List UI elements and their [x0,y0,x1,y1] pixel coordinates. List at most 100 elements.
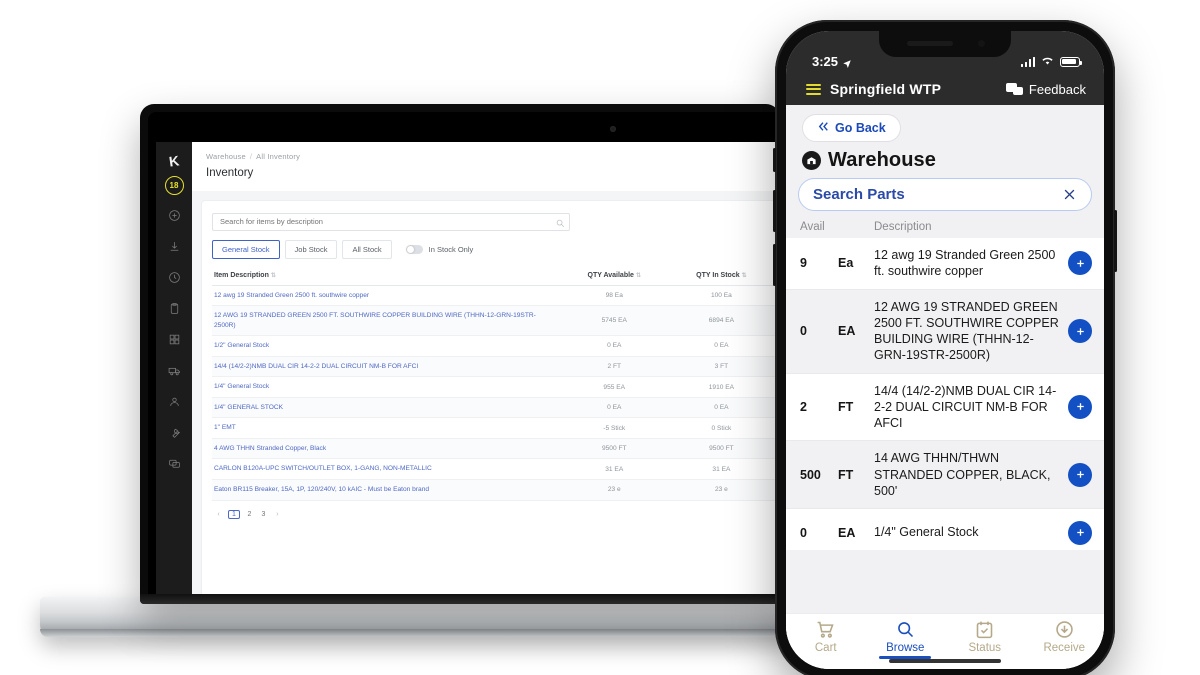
close-x-icon[interactable] [1062,187,1077,202]
app-bar-title: Springfield WTP [830,81,942,97]
feedback-button[interactable]: Feedback [1005,82,1086,97]
tab-status-label: Status [968,642,1002,654]
add-icon[interactable] [164,205,184,225]
pagination-page-2[interactable]: 2 [245,511,254,518]
in-stock-only-toggle[interactable] [405,244,423,254]
in-stock-only-label: In Stock Only [428,244,474,254]
clock-icon[interactable] [164,267,184,287]
app-sidebar: K 18 v6.0 [156,142,192,604]
pagination-page-3[interactable]: 3 [259,511,268,518]
tab-receive[interactable]: Receive [1025,619,1105,654]
cell-item-description[interactable]: 1" EMT [212,417,562,439]
search-parts-input[interactable]: Search Parts [798,178,1092,211]
battery-icon [1060,56,1083,67]
table-row[interactable]: 14/4 (14/2-2)NMB DUAL CIR 14-2-2 DUAL CI… [212,356,776,378]
breadcrumb-root[interactable]: Warehouse [206,152,246,161]
volume-up-button[interactable] [773,190,776,232]
tab-all-stock[interactable]: All Stock [342,239,392,259]
table-row[interactable]: Eaton BR115 Breaker, 15A, 1P, 120/240V, … [212,479,776,501]
table-row[interactable]: 1/2" General Stock 0 EA 0 EA [212,335,776,357]
tab-cart-label: Cart [814,642,837,654]
status-bar-time: 3:25 [812,54,839,69]
search-input[interactable] [212,212,570,231]
tab-browse[interactable]: Browse [866,619,946,659]
column-header-item-description[interactable]: Item Description ⇅ [212,267,562,286]
mobile-page-title: Warehouse [828,149,936,171]
pagination-page-1[interactable]: 1 [228,509,240,519]
pagination-next[interactable]: › [273,511,282,518]
table-row[interactable]: 1/4" General Stock 955 EA 1910 EA [212,376,776,398]
hamburger-menu-icon[interactable] [806,83,821,95]
add-part-button[interactable] [1068,520,1092,545]
pagination-prev[interactable]: ‹ [214,511,223,518]
cell-qty-available: 2 FT [561,356,669,378]
laptop-bezel: K 18 v6.0 [148,112,780,604]
clipboard-icon[interactable] [164,298,184,318]
add-part-button[interactable] [1068,251,1092,276]
cell-item-description[interactable]: 1/4" General Stock [212,376,562,398]
table-row[interactable]: 12 AWG 19 STRANDED GREEN 2500 FT. SOUTHW… [212,305,776,337]
list-item[interactable]: 0 EA 1/4" General Stock [786,509,1104,550]
part-description: 12 AWG 19 STRANDED GREEN 2500 FT. SOUTHW… [874,299,1059,363]
volume-down-button[interactable] [773,244,776,286]
table-header-row: Item Description ⇅ QTY Available ⇅ QTY In … [212,267,776,286]
go-back-wrap: Go Back [786,105,1104,146]
cell-item-description[interactable]: 1/4" GENERAL STOCK [212,397,562,419]
list-item[interactable]: 2 FT 14/4 (14/2-2)NMB DUAL CIR 14-2-2 DU… [786,374,1104,442]
table-row[interactable]: 4 AWG THHN Stranded Copper, Black 9500 FT… [212,438,776,460]
column-header-qty-in-stock[interactable]: QTY In Stock ⇅ [668,267,776,286]
cell-qty-in-stock: 1910 EA [668,376,776,398]
cell-item-description[interactable]: Eaton BR115 Breaker, 15A, 1P, 120/240V, … [212,479,562,501]
cell-item-description[interactable]: CARLON B120A-UPC SWITCH/OUTLET BOX, 1-GA… [212,458,562,480]
parts-list[interactable]: 9 Ea 12 awg 19 Stranded Green 2500 ft. s… [786,238,1104,550]
cell-item-description[interactable]: 12 AWG 19 STRANDED GREEN 2500 FT. SOUTHW… [212,305,562,337]
part-uom: Ea [838,256,854,271]
download-icon[interactable] [164,236,184,256]
part-uom: EA [838,525,856,540]
list-item[interactable]: 0 EA 12 AWG 19 STRANDED GREEN 2500 FT. S… [786,289,1104,374]
tab-status[interactable]: Status [945,619,1025,654]
breadcrumb-current[interactable]: All Inventory [256,152,300,161]
cell-qty-in-stock: 23 e [668,479,776,501]
cell-qty-in-stock: 0 EA [668,335,776,357]
parts-list-header: Avail Description [786,219,1104,238]
pagination: ‹ 1 2 3 › [212,501,776,519]
list-header-avail: Avail [800,221,825,233]
table-row[interactable]: CARLON B120A-UPC SWITCH/OUTLET BOX, 1-GA… [212,458,776,480]
part-description: 1/4" General Stock [874,525,979,540]
list-item[interactable]: 500 FT 14 AWG THHN/THWN STRANDED COPPER,… [786,441,1104,509]
table-row[interactable]: 1/4" GENERAL STOCK 0 EA 0 EA [212,397,776,419]
go-back-button[interactable]: Go Back [802,114,901,142]
inventory-panel: General Stock Job Stock All Stock In Sto… [202,201,780,604]
mute-switch[interactable] [773,148,776,172]
location-arrow-icon [842,57,852,68]
list-item[interactable]: 9 Ea 12 awg 19 Stranded Green 2500 ft. s… [786,238,1104,290]
app-logo-icon[interactable]: K [168,152,180,169]
cell-item-description[interactable]: 1/2" General Stock [212,335,562,357]
notification-badge[interactable]: 18 [164,176,184,195]
table-row[interactable]: 12 awg 19 Stranded Green 2500 ft. southw… [212,285,776,307]
tab-receive-label: Receive [1043,642,1086,654]
cell-item-description[interactable]: 12 awg 19 Stranded Green 2500 ft. southw… [212,285,562,307]
column-header-qty-available[interactable]: QTY Available ⇅ [561,267,669,286]
table-row[interactable]: 1" EMT -5 Stick 0 Stick [212,417,776,439]
tab-general-stock[interactable]: General Stock [212,239,280,259]
truck-icon[interactable] [164,360,184,380]
app-bar-left: Springfield WTP [806,81,941,97]
tab-cart[interactable]: Cart [786,619,866,654]
add-part-button[interactable] [1068,394,1092,419]
add-part-button[interactable] [1068,319,1092,343]
cell-item-description[interactable]: 14/4 (14/2-2)NMB DUAL CIR 14-2-2 DUAL CI… [212,356,562,378]
cell-qty-in-stock: 3 FT [668,356,776,378]
inventory-table: Item Description ⇅ QTY Available ⇅ QTY In … [212,267,776,501]
cell-item-description[interactable]: 4 AWG THHN Stranded Copper, Black [212,438,562,460]
grid-icon[interactable] [164,329,184,349]
cell-qty-available: 5745 EA [561,305,669,337]
add-part-button[interactable] [1068,462,1092,487]
chat-icon[interactable] [164,453,184,473]
tab-job-stock[interactable]: Job Stock [284,239,338,259]
desktop-app: K 18 v6.0 [156,142,780,604]
user-icon[interactable] [164,391,184,411]
power-button[interactable] [1114,210,1117,272]
tools-icon[interactable] [164,422,184,442]
